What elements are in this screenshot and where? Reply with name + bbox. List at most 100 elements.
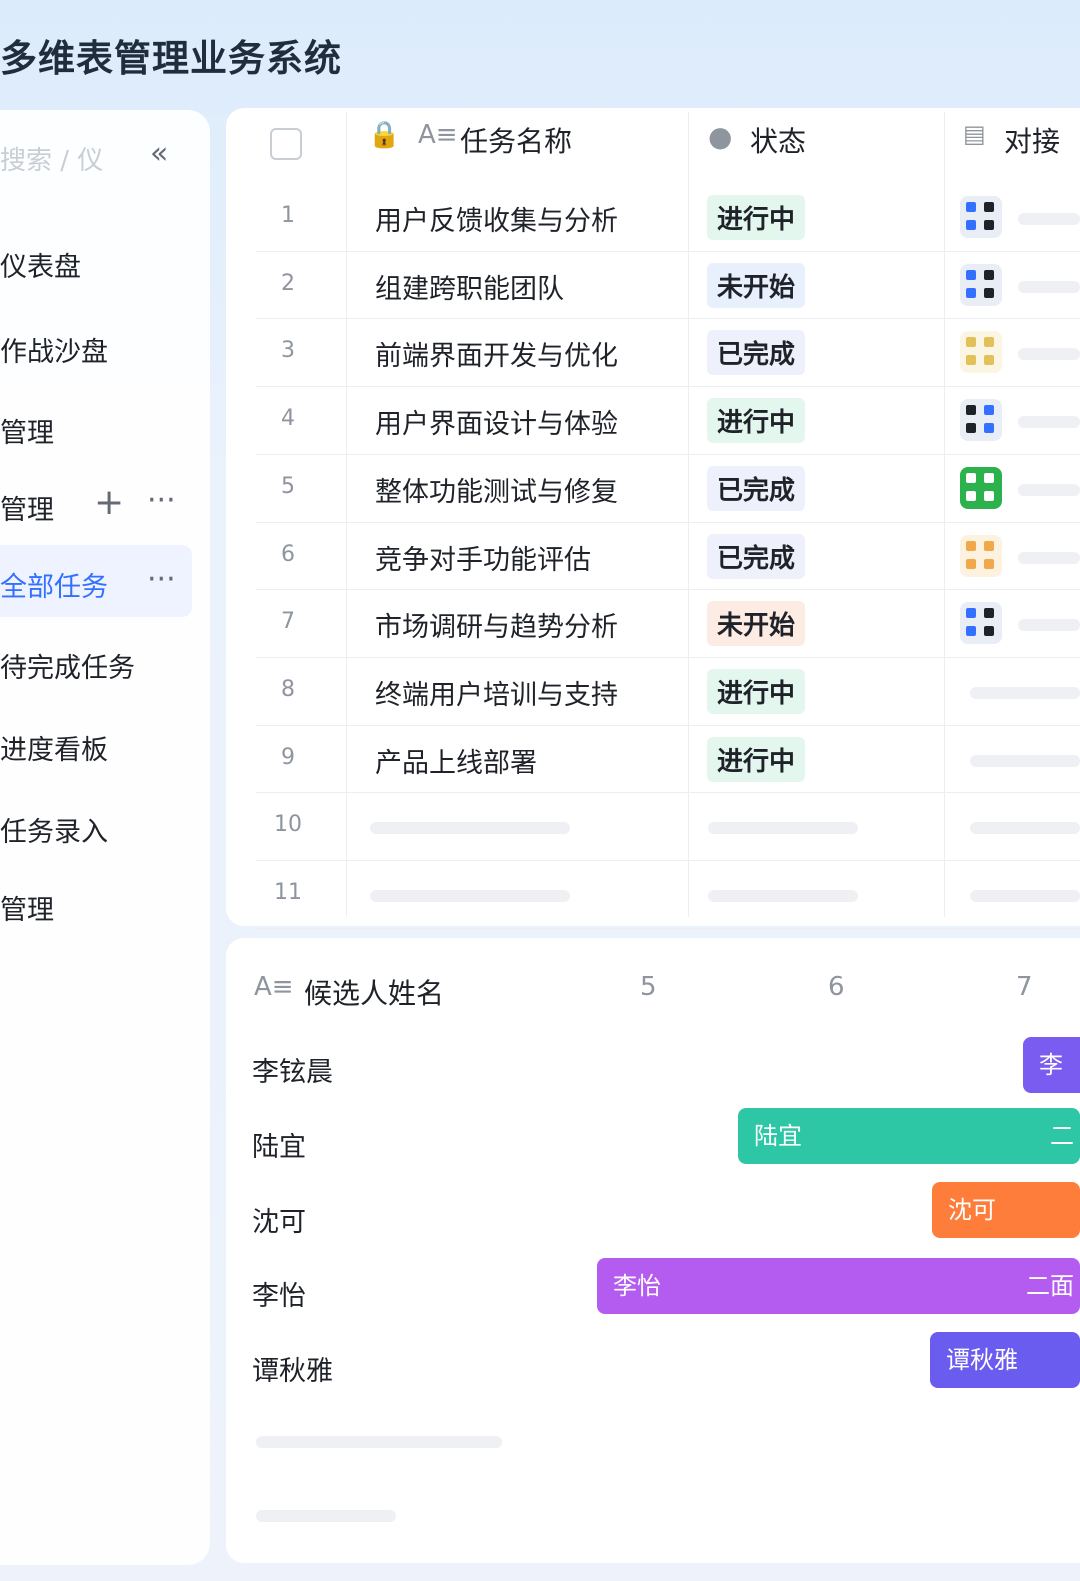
- gantt-bar[interactable]: 谭秋雅: [930, 1332, 1080, 1388]
- loading-placeholder: [370, 890, 570, 902]
- contact-avatar[interactable]: [960, 263, 1002, 306]
- column-header-task-name[interactable]: 任务名称: [460, 120, 572, 160]
- contact-avatar[interactable]: [960, 196, 1002, 238]
- sidebar-item-pending-tasks[interactable]: 待完成任务: [0, 646, 135, 685]
- avatar-tile: [984, 423, 994, 434]
- row-number: 2: [281, 270, 295, 296]
- loading-placeholder: [708, 890, 858, 902]
- avatar-tile: [984, 287, 994, 298]
- row-divider: [256, 521, 1080, 523]
- status-badge[interactable]: 已完成: [707, 465, 806, 511]
- gantt-bar[interactable]: 李怡 二面: [597, 1258, 1080, 1314]
- task-name-cell[interactable]: 组建跨职能团队: [375, 267, 564, 306]
- sidebar-item-dashboard[interactable]: 仪表盘: [0, 245, 81, 284]
- sidebar-item-task-entry[interactable]: 任务录入: [0, 810, 108, 849]
- status-badge[interactable]: 已完成: [707, 533, 806, 579]
- status-badge[interactable]: 进行中: [707, 398, 806, 444]
- sidebar-item-task-management[interactable]: 管理: [0, 488, 54, 527]
- loading-placeholder: [1018, 348, 1080, 361]
- row-number: 6: [281, 541, 295, 567]
- loading-placeholder: [1018, 551, 1080, 564]
- row-divider: [256, 927, 1080, 929]
- task-name-cell[interactable]: 用户界面设计与体验: [375, 402, 618, 441]
- status-badge[interactable]: 未开始: [707, 601, 806, 647]
- sidebar-item-all-tasks[interactable]: 全部任务: [0, 565, 108, 604]
- row-number: 10: [274, 812, 302, 838]
- avatar-tile: [984, 540, 994, 551]
- avatar-tile: [984, 472, 994, 483]
- avatar-tile: [966, 558, 976, 569]
- loading-placeholder: [1018, 280, 1080, 293]
- row-divider: [256, 792, 1080, 794]
- lock-icon: 🔒: [368, 120, 401, 150]
- status-badge[interactable]: 未开始: [707, 262, 806, 308]
- more-icon[interactable]: ···: [147, 483, 176, 518]
- gantt-bar[interactable]: 李: [1023, 1037, 1080, 1093]
- row-divider: [256, 386, 1080, 388]
- loading-placeholder: [256, 1436, 502, 1448]
- add-icon[interactable]: +: [94, 482, 124, 523]
- avatar-tile: [966, 269, 976, 280]
- status-badge[interactable]: 已完成: [707, 330, 806, 376]
- more-icon[interactable]: ···: [147, 562, 176, 597]
- contact-avatar[interactable]: [960, 602, 1002, 645]
- gantt-day-label: 5: [640, 972, 657, 1002]
- column-header-status[interactable]: 状态: [750, 120, 806, 160]
- loading-placeholder: [970, 754, 1080, 767]
- gantt-bar[interactable]: 沈可: [932, 1182, 1080, 1238]
- row-divider: [256, 589, 1080, 591]
- sidebar-item-management-1[interactable]: 管理: [0, 411, 54, 450]
- avatar-tile: [966, 490, 976, 501]
- loading-placeholder: [1018, 416, 1080, 429]
- contact-avatar[interactable]: [960, 466, 1002, 509]
- gantt-day-label: 6: [828, 972, 845, 1002]
- text-field-icon: A≡: [254, 972, 294, 1002]
- text-field-icon: A≡: [418, 120, 458, 150]
- task-name-cell[interactable]: 竞争对手功能评估: [375, 538, 591, 577]
- gantt-bar-label: 陆宜: [754, 1122, 802, 1150]
- avatar-tile: [966, 337, 976, 348]
- contact-avatar[interactable]: [960, 534, 1002, 577]
- avatar-tile: [984, 220, 994, 230]
- task-name-cell[interactable]: 市场调研与趋势分析: [375, 605, 618, 644]
- collapse-sidebar-icon[interactable]: «: [150, 136, 168, 171]
- sidebar-item-progress-board[interactable]: 进度看板: [0, 728, 108, 767]
- avatar-tile: [984, 558, 994, 569]
- gantt-bar-label: 李: [1039, 1051, 1063, 1079]
- row-divider: [256, 453, 1080, 455]
- contact-field-icon: ▤: [963, 120, 986, 148]
- gantt-row-name: 李铉晨: [252, 1057, 333, 1088]
- row-number: 3: [281, 338, 295, 364]
- contact-avatar[interactable]: [960, 331, 1002, 374]
- status-badge[interactable]: 进行中: [707, 668, 806, 714]
- column-divider: [688, 112, 689, 917]
- sidebar-item-sandbox[interactable]: 作战沙盘: [0, 330, 108, 369]
- task-name-cell[interactable]: 用户反馈收集与分析: [375, 199, 618, 238]
- contact-avatar[interactable]: [960, 399, 1002, 442]
- task-name-cell[interactable]: 产品上线部署: [375, 741, 537, 780]
- status-badge[interactable]: 进行中: [707, 195, 806, 240]
- task-name-cell[interactable]: 终端用户培训与支持: [375, 673, 618, 712]
- gantt-day-label: 7: [1016, 972, 1033, 1002]
- gantt-row-name: 沈可: [252, 1207, 306, 1238]
- row-number: 9: [281, 744, 295, 770]
- row-number: 1: [281, 203, 295, 228]
- task-name-cell[interactable]: 整体功能测试与修复: [375, 470, 618, 509]
- gantt-bar-label: 李怡: [613, 1272, 661, 1300]
- row-divider: [256, 318, 1080, 320]
- avatar-tile: [984, 626, 994, 637]
- status-badge[interactable]: 进行中: [707, 736, 806, 782]
- row-divider: [256, 860, 1080, 861]
- gantt-card: [226, 938, 1080, 1563]
- loading-placeholder: [970, 822, 1080, 835]
- avatar-tile: [984, 355, 994, 366]
- avatar-tile: [984, 608, 994, 619]
- gantt-bar[interactable]: 陆宜 二: [738, 1108, 1080, 1164]
- task-name-cell[interactable]: 前端界面开发与优化: [375, 334, 618, 373]
- sidebar-search-input[interactable]: 搜索 / 仪: [0, 140, 103, 177]
- select-all-checkbox[interactable]: [270, 128, 302, 160]
- sidebar-item-management-2[interactable]: 管理: [0, 888, 54, 927]
- column-header-contact[interactable]: 对接: [1004, 120, 1060, 160]
- row-number: 11: [274, 880, 302, 905]
- avatar-tile: [984, 405, 994, 416]
